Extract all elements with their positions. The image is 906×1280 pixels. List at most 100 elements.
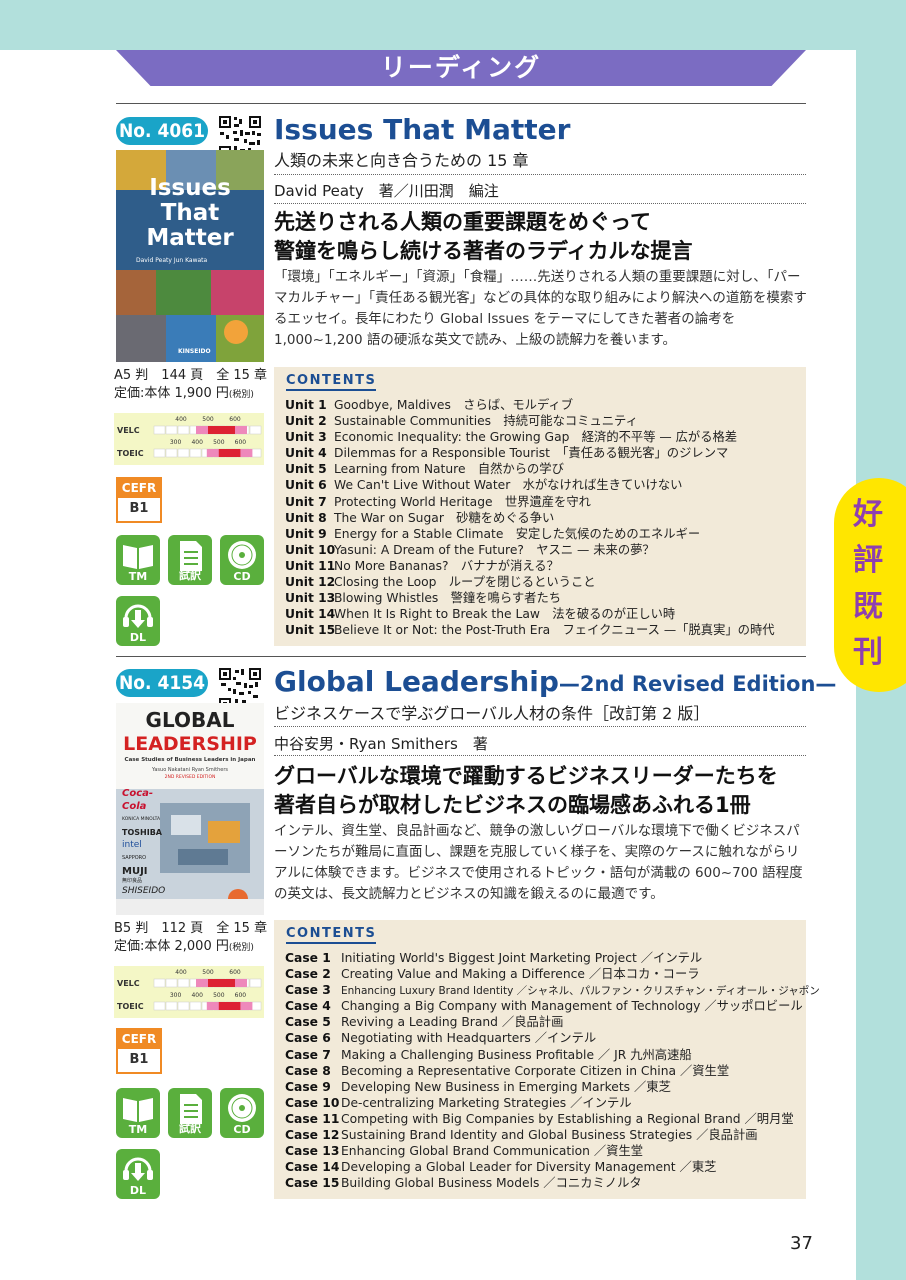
contents-item-title: Protecting World Heritage 世界遺産を守れ — [334, 494, 591, 509]
contents-item-number: Case 12 — [285, 1128, 340, 1143]
contents-item-number: Case 4 — [285, 999, 331, 1014]
book-cover-image[interactable]: Issues That Matter David Peaty Jun Kawat… — [116, 150, 264, 362]
contents-item: Case 3 Enhancing Luxury Brand Identity ／シ… — [285, 982, 820, 998]
cover-authors: Yasuo Nakatani Ryan Smithers — [152, 767, 228, 773]
contents-item-title: Closing the Loop ループを閉じるということ — [334, 575, 596, 590]
contents-item-number: Case 7 — [285, 1047, 331, 1062]
cefr-label: CEFR — [118, 1030, 160, 1049]
download-icon[interactable]: DL — [116, 596, 160, 646]
cover-logo: MUJI — [122, 866, 148, 877]
book-subtitle: 人類の未来と向き合うための 15 章 — [274, 151, 529, 170]
cd-icon[interactable]: CD — [220, 1088, 264, 1138]
cover-title-line: Matter — [146, 225, 234, 251]
contents-item-number: Unit 8 — [285, 510, 327, 525]
contents-item-number: Unit 3 — [285, 430, 327, 445]
contents-item: Unit 15Believe It or Not: the Post-Truth… — [285, 622, 775, 638]
book-price-line: 定価:本体 1,900 円(税別) — [114, 385, 267, 404]
book-format: A5 判 144 頁 全 15 章 — [114, 368, 268, 383]
cefr-level: B1 — [129, 1052, 149, 1067]
contents-item-number: Case 13 — [285, 1144, 340, 1159]
contents-item-number: Case 5 — [285, 1015, 331, 1030]
book-price: 定価:本体 2,000 円 — [114, 939, 229, 954]
contents-item: Case 11 Competing with Big Companies by E… — [285, 1111, 820, 1127]
contents-item: Case 9 Developing New Business in Emergin… — [285, 1079, 820, 1095]
chart-tick-label: 500 — [213, 992, 225, 999]
cover-subtitle: Case Studies of Business Leaders in Japa… — [124, 757, 256, 763]
chart-row-label: VELC — [117, 979, 140, 988]
cover-logo: SHISEIDO — [122, 886, 166, 896]
contents-box: CONTENTS Case 1 Initiating World's Bigges… — [274, 920, 820, 1199]
media-label: 試訳 — [179, 569, 201, 582]
chart-tick-label: 600 — [235, 439, 247, 446]
media-label: DL — [129, 631, 147, 644]
contents-item: Case 7 Making a Challenging Business Prof… — [285, 1047, 820, 1063]
chart-cell — [177, 978, 190, 988]
contents-item-title: Initiating World's Biggest Joint Marketi… — [341, 951, 703, 965]
section-rule — [116, 656, 806, 657]
contents-box: CONTENTS Unit 1 Goodbye, Maldives さらば、モルデ… — [274, 367, 806, 646]
contents-item: Case 14 Developing a Global Leader for Di… — [285, 1159, 820, 1175]
contents-heading: CONTENTS — [286, 926, 377, 944]
side-tab-char: 好 — [853, 497, 883, 532]
chart-cell — [153, 978, 166, 988]
cover-publisher: KINSEIDO — [178, 348, 211, 355]
contents-item-number: Unit 1 — [285, 398, 327, 412]
contents-item-number: Case 14 — [285, 1160, 340, 1175]
contents-item-title: Developing New Business in Emerging Mark… — [341, 1079, 671, 1094]
contents-item: Unit 14When It Is Right to Break the Law… — [285, 606, 775, 622]
chart-cell — [249, 978, 262, 988]
download-icon[interactable]: DL — [116, 1149, 160, 1199]
contents-item-title: De-centralizing Marketing Strategies ／イン… — [341, 1095, 632, 1110]
contents-item: Unit 4 Dilemmas for a Responsible Tourist… — [285, 445, 775, 461]
chart-tick-label: 500 — [202, 416, 214, 423]
contents-item-title: Enhancing Global Brand Communication ／資生… — [341, 1144, 644, 1159]
book-author: David Peaty 著／川田潤 編注 — [274, 182, 499, 200]
translation-icon[interactable]: 試訳 — [168, 535, 212, 585]
contents-item-title: Developing a Global Leader for Diversity… — [341, 1160, 717, 1175]
chart-cell — [165, 1001, 178, 1011]
contents-item-title: Believe It or Not: the Post-Truth Era フェ… — [334, 623, 775, 638]
contents-list: Unit 1 Goodbye, Maldives さらば、モルディブ Unit 2 S… — [285, 397, 775, 638]
contents-heading: CONTENTS — [286, 373, 377, 391]
chart-tick-label: 500 — [202, 969, 214, 976]
teachers-manual-icon[interactable]: TM — [116, 1088, 160, 1138]
side-tab-char: 刊 — [853, 635, 883, 670]
contents-item-title: Blowing Whistles 警鐘を鳴らす者たち — [334, 591, 562, 606]
book-format: B5 判 112 頁 全 15 章 — [114, 921, 268, 936]
chart-cell — [165, 448, 178, 458]
contents-item-title: Negotiating with Headquarters ／インテル — [341, 1031, 597, 1046]
media-label: TM — [128, 570, 148, 583]
cover-logos: Coca-Cola KONICA MINOLTA TOSHIBA intel S… — [122, 787, 166, 897]
contents-item-title: Creating Value and Making a Difference ／… — [341, 967, 700, 982]
chart-cell — [153, 1001, 166, 1011]
contents-item-title: Becoming a Representative Corporate Citi… — [341, 1063, 730, 1078]
media-label: CD — [233, 1123, 251, 1136]
contents-item-title: Dilemmas for a Responsible Tourist 「責任ある… — [334, 446, 729, 461]
teachers-manual-icon[interactable]: TM — [116, 535, 160, 585]
contents-item-title: Yasuni: A Dream of the Future? ヤスニ — 未来の… — [334, 542, 655, 557]
book-edition: —2nd Revised Edition— — [558, 672, 837, 696]
page-number: 37 — [790, 1233, 813, 1254]
cefr-label: CEFR — [118, 479, 160, 498]
contents-item-number: Unit 13 — [285, 591, 336, 606]
contents-item-title: Goodbye, Maldives さらば、モルディブ — [334, 398, 573, 412]
book-cover-image[interactable]: GLOBAL LEADERSHIP Case Studies of Busine… — [116, 703, 264, 915]
contents-item: Case 6 Negotiating with Headquarters ／インテ… — [285, 1030, 820, 1046]
book-number-badge: No. 4061 — [116, 117, 208, 145]
chart-row-label: TOEIC — [117, 1002, 144, 1011]
cd-icon[interactable]: CD — [220, 535, 264, 585]
translation-icon[interactable]: 試訳 — [168, 1088, 212, 1138]
contents-item-title: Enhancing Luxury Brand Identity ／シャネル、パル… — [341, 985, 820, 998]
contents-item: Unit 12Closing the Loop ループを閉じるということ — [285, 574, 775, 590]
cover-authors: David Peaty Jun Kawata — [136, 257, 208, 264]
contents-item-title: Building Global Business Models ／コニカミノルタ — [341, 1176, 642, 1191]
chart-cell — [153, 448, 166, 458]
chart-cell — [249, 425, 262, 435]
book-author: 中谷安男・Ryan Smithers 著 — [274, 735, 488, 753]
cefr-badge: CEFR B1 — [116, 477, 162, 523]
contents-item: Case 12 Sustaining Brand Identity and Glo… — [285, 1127, 820, 1143]
chart-tick-label: 600 — [229, 416, 241, 423]
cover-title-line: Issues — [149, 175, 231, 201]
chart-row-label: TOEIC — [117, 449, 144, 458]
cover-logo: SAPPORO — [122, 855, 147, 861]
